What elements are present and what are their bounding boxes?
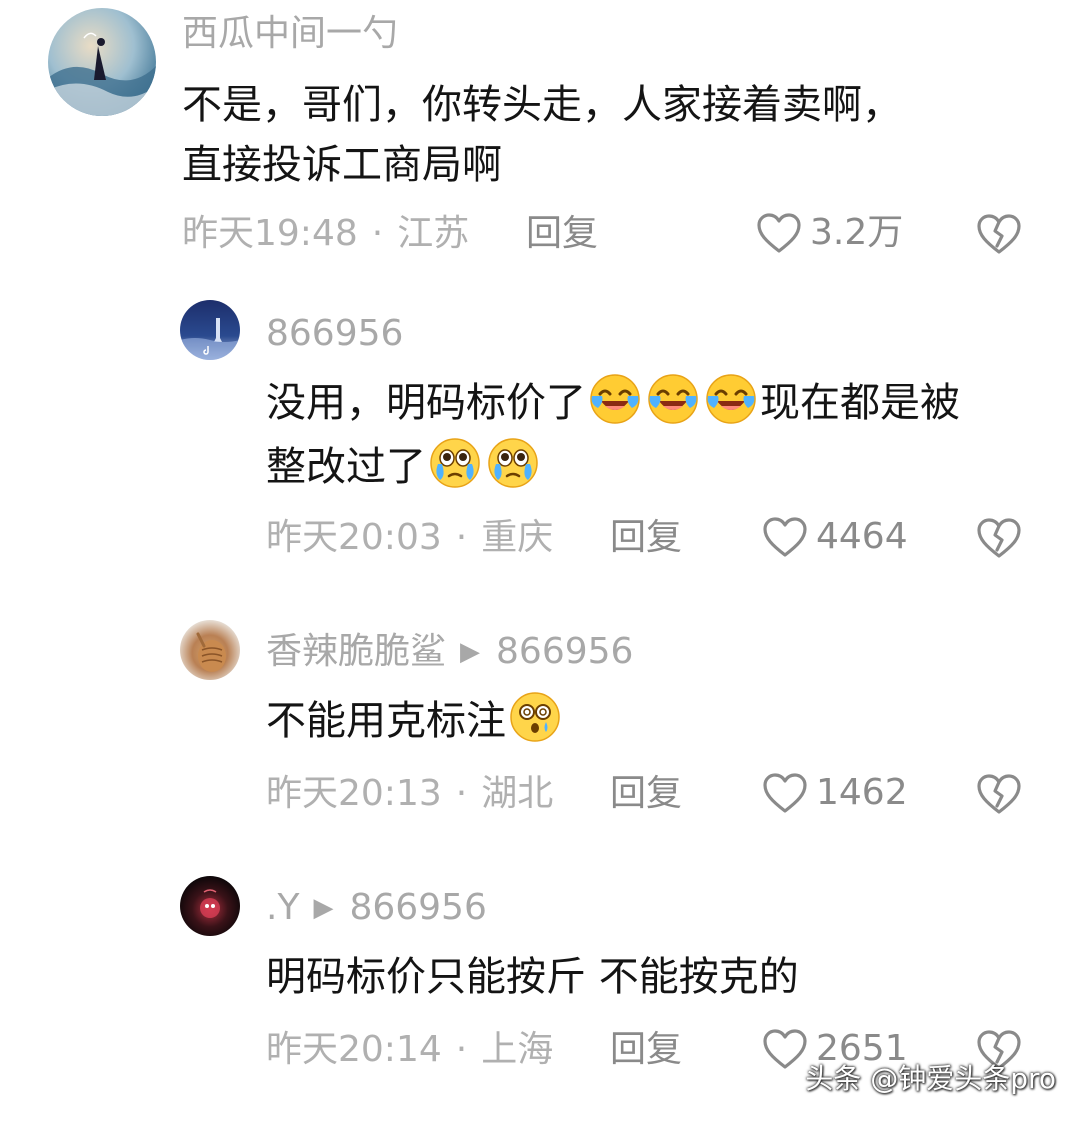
reply-to-username[interactable]: 866956 (349, 887, 486, 928)
comment-text-line: 整改过了 (266, 444, 426, 490)
teary-eyes-emoji (486, 436, 540, 490)
reply-arrow-icon: ▶ (460, 637, 481, 667)
laughing-crying-emoji (704, 372, 758, 426)
location: 湖北 (481, 773, 554, 814)
separator: · (371, 213, 384, 254)
comment-text-line: 直接投诉工商局啊 (182, 142, 502, 188)
like-button[interactable]: 3.2万 (756, 212, 903, 254)
avatar[interactable] (180, 300, 240, 360)
teary-eyes-emoji (428, 436, 482, 490)
separator: · (455, 773, 468, 814)
comment-text: 没用，明码标价了 现在都是被 (266, 372, 960, 434)
username[interactable]: 香辣脆脆鲨 ▶ 866956 (266, 632, 633, 672)
like-button[interactable]: 4464 (762, 516, 908, 558)
reply-to-username[interactable]: 866956 (496, 631, 633, 672)
reply-button[interactable]: 回复 (610, 774, 682, 814)
heart-icon (762, 772, 808, 814)
comment-meta: 昨天20:13 · 湖北 (266, 774, 553, 814)
location: 上海 (481, 1029, 554, 1070)
username-text: 香辣脆脆鲨 (266, 631, 447, 672)
broken-heart-icon[interactable] (976, 773, 1022, 815)
username[interactable]: 866956 (266, 314, 403, 354)
username[interactable]: 西瓜中间一勺 (182, 14, 398, 54)
like-count: 4464 (816, 516, 908, 557)
dizzy-face-emoji (508, 690, 562, 744)
heart-icon (762, 516, 808, 558)
heart-icon (762, 1028, 808, 1070)
like-count: 1462 (816, 772, 908, 813)
like-count: 3.2万 (810, 212, 904, 253)
broken-heart-icon[interactable] (976, 517, 1022, 559)
comment-text-line: 不是，哥们，你转头走，人家接着卖啊， (182, 82, 902, 128)
reply-button[interactable]: 回复 (610, 518, 682, 558)
username[interactable]: .Y ▶ 866956 (266, 888, 487, 928)
reply-button[interactable]: 回复 (610, 1030, 682, 1070)
timestamp: 昨天20:13 (266, 773, 442, 814)
comment-meta: 昨天19:48 · 江苏 (182, 214, 469, 254)
comment-text-line: 没用，明码标价了 (266, 380, 586, 426)
comment-text: 直接投诉工商局啊 (182, 134, 502, 196)
comment-text-line: 不能用克标注 (266, 698, 506, 744)
location: 重庆 (481, 517, 554, 558)
separator: · (455, 517, 468, 558)
username-text: .Y (266, 887, 300, 928)
avatar[interactable] (180, 620, 240, 680)
avatar[interactable] (180, 876, 240, 936)
comment-text: 明码标价只能按斤 不能按克的 (266, 946, 799, 1008)
comment-text-line: 明码标价只能按斤 不能按克的 (266, 954, 799, 1000)
reply-arrow-icon: ▶ (313, 893, 334, 923)
comment-text-line: 现在都是被 (760, 380, 960, 426)
timestamp: 昨天20:03 (266, 517, 442, 558)
reply-button[interactable]: 回复 (526, 214, 598, 254)
location: 江苏 (397, 213, 470, 254)
separator: · (455, 1029, 468, 1070)
comment-meta: 昨天20:03 · 重庆 (266, 518, 553, 558)
laughing-crying-emoji (646, 372, 700, 426)
broken-heart-icon[interactable] (976, 213, 1022, 255)
heart-icon (756, 212, 802, 254)
watermark: 头条 @钟爱头条pro (805, 1062, 1056, 1095)
like-button[interactable]: 1462 (762, 772, 908, 814)
timestamp: 昨天19:48 (182, 213, 358, 254)
comment-text: 不是，哥们，你转头走，人家接着卖啊， (182, 74, 902, 136)
comment-text: 整改过了 (266, 436, 542, 498)
avatar[interactable] (48, 8, 156, 116)
timestamp: 昨天20:14 (266, 1029, 442, 1070)
comment-text: 不能用克标注 (266, 690, 564, 752)
laughing-crying-emoji (588, 372, 642, 426)
comment-meta: 昨天20:14 · 上海 (266, 1030, 553, 1070)
